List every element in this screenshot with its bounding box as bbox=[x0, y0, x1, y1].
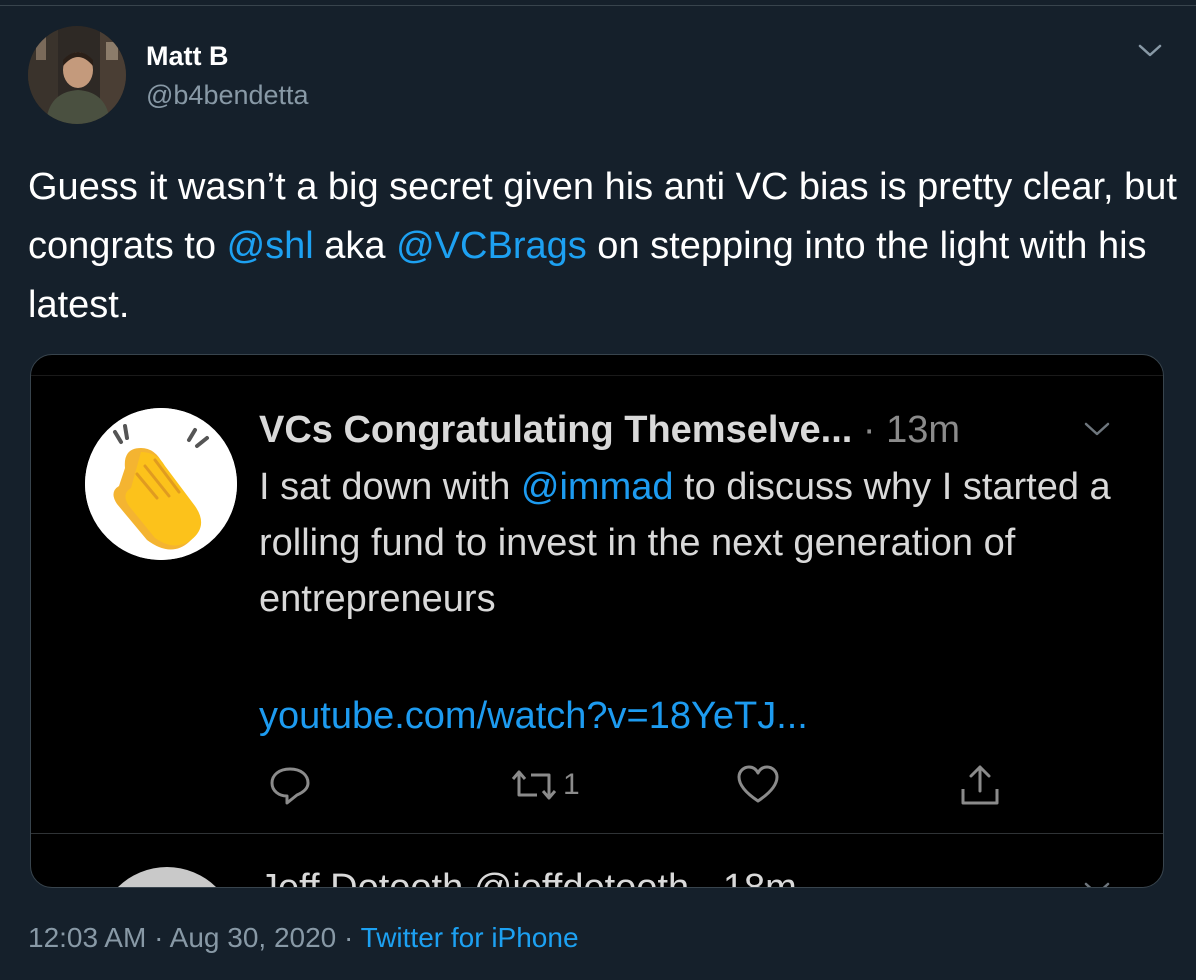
heart-icon bbox=[737, 765, 779, 803]
author-avatar[interactable] bbox=[28, 26, 126, 124]
like-button[interactable] bbox=[735, 763, 781, 807]
mention-link[interactable]: @VCBrags bbox=[396, 225, 587, 267]
tweet-text-part: aka bbox=[313, 225, 397, 267]
retweet-count: 1 bbox=[563, 768, 580, 801]
quoted-author-name[interactable]: VCs Congratulating Themselve... bbox=[259, 409, 852, 451]
quoted-chevron-down-icon[interactable] bbox=[1081, 417, 1113, 441]
reply-icon bbox=[270, 767, 310, 805]
quoted-timestamp[interactable]: 13m bbox=[886, 409, 960, 451]
tweet-metadata: 12:03 AM · Aug 30, 2020 · Twitter for iP… bbox=[28, 918, 579, 958]
reply-button[interactable] bbox=[267, 763, 313, 807]
mention-link[interactable]: @shl bbox=[227, 225, 314, 267]
quoted-text-part: I sat down with bbox=[259, 466, 521, 508]
quoted-text: I sat down with @immad to discuss why I … bbox=[259, 459, 1119, 627]
embed-top-divider bbox=[31, 375, 1163, 376]
more-options-chevron-down-icon[interactable] bbox=[1136, 38, 1164, 62]
quoted-url-link[interactable]: youtube.com/watch?v=18YeTJ... bbox=[259, 688, 808, 744]
share-button[interactable] bbox=[957, 763, 1003, 807]
quoted-separator: · bbox=[852, 409, 887, 451]
retweet-icon bbox=[511, 770, 557, 800]
quoted-actions: 1 bbox=[259, 763, 1019, 813]
tweet-time[interactable]: 12:03 AM bbox=[28, 922, 146, 953]
quoted-divider bbox=[31, 833, 1163, 834]
top-divider bbox=[0, 5, 1196, 6]
source-link[interactable]: Twitter for iPhone bbox=[361, 922, 579, 953]
footer-separator: · bbox=[336, 922, 361, 953]
quoted-mention-link[interactable]: @immad bbox=[521, 466, 674, 508]
clapping-hands-icon bbox=[85, 408, 237, 560]
next-tweet-avatar bbox=[97, 867, 237, 887]
footer-separator: · bbox=[146, 922, 170, 953]
share-icon bbox=[961, 765, 999, 805]
retweet-button[interactable]: 1 bbox=[509, 763, 580, 807]
author-name[interactable]: Matt B bbox=[146, 40, 229, 72]
next-tweet-chevron-down-icon bbox=[1081, 877, 1113, 887]
next-tweet-header: Jeff Dotooth @jeffdotooth · 18m bbox=[259, 867, 797, 888]
embedded-screenshot[interactable]: VCs Congratulating Themselve... · 13m I … bbox=[30, 354, 1164, 888]
author-handle[interactable]: @b4bendetta bbox=[146, 79, 309, 111]
tweet-date[interactable]: Aug 30, 2020 bbox=[170, 922, 337, 953]
quoted-header: VCs Congratulating Themselve... · 13m bbox=[259, 407, 960, 453]
tweet-text: Guess it wasn’t a big secret given his a… bbox=[28, 158, 1178, 335]
